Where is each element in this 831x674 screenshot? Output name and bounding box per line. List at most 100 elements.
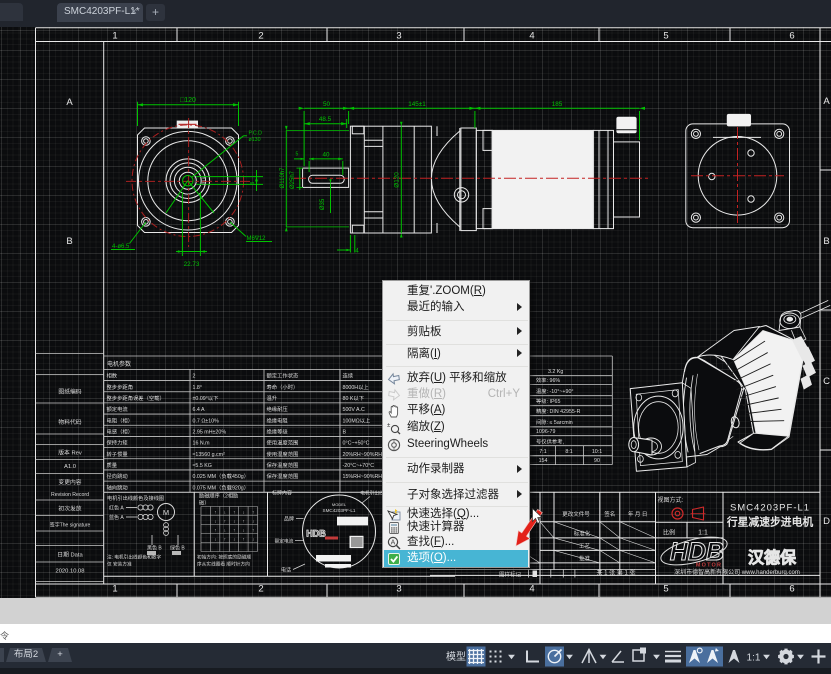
svg-text:批准: 批准 [579, 554, 591, 562]
svg-text:图样标记: 图样标记 [499, 571, 522, 579]
svg-text:日期 Data: 日期 Data [57, 552, 83, 559]
svg-text:48.5: 48.5 [319, 116, 332, 123]
svg-text:5: 5 [296, 152, 299, 158]
svg-text:-20°C~+70°C: -20°C~+70°C [343, 463, 375, 469]
svg-text:保存湿度范围: 保存湿度范围 [267, 472, 299, 480]
svg-text:Ø19: Ø19 [202, 176, 207, 185]
svg-text:0.025 MM（负载450g）: 0.025 MM（负载450g） [193, 472, 250, 480]
svg-text:15%RH~90%RH: 15%RH~90%RH [343, 474, 383, 480]
svg-text:间隙: ≤ 5arcmin: 间隙: ≤ 5arcmin [536, 418, 573, 426]
svg-text:电话: 电话 [281, 567, 291, 574]
svg-text:Ø120: Ø120 [394, 172, 401, 188]
svg-text:电机引出线颜色及接线图: 电机引出线颜色及接线图 [107, 494, 164, 502]
svg-text:视图方式:: 视图方式: [658, 496, 684, 504]
svg-text:□120: □120 [180, 97, 196, 104]
svg-text:↓: ↓ [243, 510, 245, 515]
svg-text:A: A [823, 96, 830, 107]
svg-text:ø130: ø130 [249, 137, 261, 143]
svg-text:初次发放: 初次发放 [58, 505, 81, 513]
svg-text:注: 电机引出线颜色和数字: 注: 电机引出线颜色和数字 [107, 554, 161, 561]
svg-text:B: B [66, 236, 72, 247]
svg-text:2.95 mH±20%: 2.95 mH±20% [193, 430, 227, 436]
svg-text:红色 A: 红色 A [109, 505, 124, 512]
svg-text:变更内容: 变更内容 [58, 478, 81, 486]
svg-text:Ø35: Ø35 [320, 198, 326, 210]
svg-text:电感（相）: 电感（相） [107, 428, 134, 436]
svg-text:↓: ↓ [224, 528, 226, 533]
svg-text:整步步距角误差（空载）: 整步步距角误差（空载） [107, 394, 165, 402]
svg-text:使用湿度范围: 使用湿度范围 [267, 450, 299, 458]
svg-text:号仅供参考,: 号仅供参考, [536, 438, 564, 446]
svg-text:HDB: HDB [306, 529, 326, 539]
svg-text:序从实线圈看 顺时针方向: 序从实线圈看 顺时针方向 [197, 561, 250, 568]
svg-text:90: 90 [594, 458, 600, 464]
svg-text:初始方向: 按照底的励磁顺: 初始方向: 按照底的励磁顺 [197, 554, 251, 561]
svg-text:电阻（相）: 电阻（相） [107, 416, 134, 424]
svg-text:2020.10.08: 2020.10.08 [55, 569, 84, 575]
svg-text:质量: 质量 [107, 461, 118, 469]
svg-text:效率: 96%: 效率: 96% [536, 376, 560, 384]
svg-text:D: D [823, 516, 830, 527]
svg-text:5: 5 [663, 584, 668, 595]
svg-text:深圳市德智高新有限公司 www.handerburg.com: 深圳市德智高新有限公司 www.handerburg.com [674, 568, 800, 576]
svg-text:绝缘耐压: 绝缘耐压 [267, 405, 289, 413]
svg-text:汉德保: 汉德保 [748, 548, 797, 567]
svg-text:6.4 A: 6.4 A [193, 407, 206, 413]
svg-text:A: A [391, 540, 396, 547]
svg-text:22.73: 22.73 [184, 261, 200, 268]
svg-text:更改文件号: 更改文件号 [562, 510, 590, 518]
svg-text:3: 3 [396, 584, 401, 595]
svg-text:M6∇12: M6∇12 [247, 235, 267, 242]
svg-text:绝缘等级: 绝缘等级 [267, 428, 289, 436]
svg-text:轴向跳动: 轴向跳动 [107, 483, 128, 491]
svg-text:整步步距角: 整步步距角 [107, 383, 134, 391]
svg-text:比例: 比例 [663, 529, 675, 537]
svg-text:↑: ↑ [224, 537, 226, 542]
svg-text:C: C [823, 376, 830, 387]
svg-text:寿命（小时）: 寿命（小时） [267, 383, 299, 391]
svg-text:仅 安装方准: 仅 安装方准 [107, 561, 132, 568]
svg-text:图纸编码: 图纸编码 [58, 388, 81, 396]
svg-text:↑: ↑ [214, 510, 216, 515]
svg-text:品牌: 品牌 [284, 516, 294, 523]
svg-text:物料代码: 物料代码 [58, 418, 81, 426]
svg-text:Revision Record: Revision Record [51, 492, 89, 498]
svg-text:温升: 温升 [267, 394, 278, 402]
svg-text:4: 4 [355, 248, 359, 254]
svg-text:±0.09°以下: ±0.09°以下 [193, 395, 219, 402]
svg-text:B: B [823, 236, 829, 247]
svg-text:1096-79: 1096-79 [536, 429, 555, 435]
svg-text:1.8°: 1.8° [193, 385, 202, 391]
svg-text:版本 Rev: 版本 Rev [58, 449, 82, 457]
svg-text:154: 154 [539, 458, 548, 464]
svg-text:≈5.5 KG: ≈5.5 KG [193, 463, 212, 469]
svg-text:电机引出线: 电机引出线 [360, 490, 384, 497]
svg-text:额定电流: 额定电流 [275, 538, 294, 545]
svg-text:签字The signature: 签字The signature [50, 522, 91, 529]
svg-text:转子惯量: 转子惯量 [107, 450, 129, 458]
svg-text:↑: ↑ [243, 519, 245, 524]
svg-text:↓: ↓ [224, 510, 226, 515]
svg-text:签名: 签名 [604, 510, 615, 518]
svg-text:5: 5 [663, 31, 668, 42]
svg-text:电机参数: 电机参数 [107, 360, 131, 368]
svg-text:0.7 Ω±10%: 0.7 Ω±10% [193, 418, 220, 424]
svg-text:Ø110h7: Ø110h7 [280, 167, 286, 189]
svg-text:100MΩ以上: 100MΩ以上 [343, 416, 372, 424]
svg-text:40: 40 [322, 151, 330, 158]
svg-text:蓝色 A: 蓝色 A [109, 514, 124, 521]
svg-text:A1.0: A1.0 [64, 464, 76, 470]
svg-text:保存温度范围: 保存温度范围 [267, 461, 299, 469]
svg-text:连续: 连续 [343, 372, 354, 380]
svg-text:年 月 日: 年 月 日 [628, 510, 648, 518]
svg-text:1:1: 1:1 [747, 653, 761, 664]
svg-text:↑: ↑ [243, 537, 245, 542]
svg-text:≈13560 g.cm²: ≈13560 g.cm² [193, 452, 226, 458]
svg-text:7:1: 7:1 [539, 449, 546, 455]
svg-text:绿色 B: 绿色 B [170, 545, 185, 552]
svg-text:6: 6 [789, 31, 794, 42]
svg-text:精度: DIN 42955-R: 精度: DIN 42955-R [536, 407, 581, 415]
svg-text:2: 2 [258, 31, 263, 42]
svg-text:50: 50 [323, 101, 331, 108]
svg-text:0.075 MM（负载920g）: 0.075 MM（负载920g） [193, 483, 250, 491]
